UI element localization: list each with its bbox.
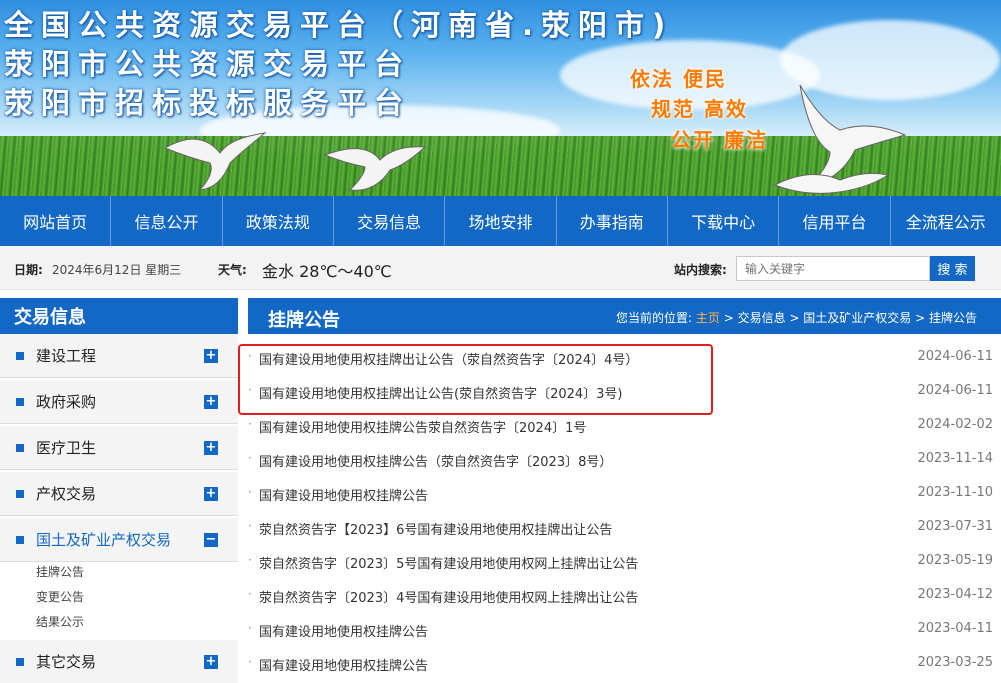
bullet-square-icon — [16, 443, 24, 452]
banner-title-2: 荥阳市公共资源交易平台 — [4, 47, 412, 81]
list-item-date: 2023-07-31 — [917, 519, 993, 534]
sidebar-item-procurement[interactable]: 政府采购 + — [0, 380, 238, 424]
expand-icon[interactable]: + — [204, 349, 218, 363]
bullet-dot-icon: · — [248, 519, 252, 533]
sidebar-item-label: 产权交易 — [36, 485, 97, 503]
list-item[interactable]: · 国有建设用地使用权挂牌公告（荥自然资告字〔2023〕8号） 2023-11-… — [248, 442, 1001, 476]
list-item-title[interactable]: 国有建设用地使用权挂牌公告（荥自然资告字〔2023〕8号） — [259, 451, 612, 470]
search-button[interactable]: 搜 索 — [930, 256, 975, 281]
main-nav: 网站首页 信息公开 政策法规 交易信息 场地安排 办事指南 下载中心 信用平台 … — [0, 196, 1001, 246]
sidebar-item-label: 建设工程 — [36, 347, 97, 365]
date-value: 2024年6月12日 星期三 — [52, 263, 182, 277]
list-item-date: 2023-03-25 — [917, 655, 993, 670]
banner-title-1: 全国公共资源交易平台（河南省.荥阳市) — [4, 8, 674, 42]
nav-item-guide[interactable]: 办事指南 — [557, 196, 668, 246]
list-item[interactable]: · 荥自然资告字〔2023〕4号国有建设用地使用权网上挂牌出让公告 2023-0… — [248, 578, 1001, 612]
main-header: 挂牌公告 您当前的位置: 主页 > 交易信息 > 国土及矿业产权交易 > 挂牌公… — [248, 298, 1001, 334]
bullet-square-icon — [16, 397, 24, 406]
search-label: 站内搜索: — [674, 263, 727, 277]
sidebar-item-land-mining[interactable]: 国土及矿业产权交易 − — [0, 518, 238, 562]
nav-item-download[interactable]: 下载中心 — [668, 196, 780, 246]
collapse-icon[interactable]: − — [204, 533, 218, 547]
date-label: 日期: — [14, 263, 43, 277]
bullet-dot-icon: · — [248, 417, 252, 431]
expand-icon[interactable]: + — [204, 655, 218, 669]
expand-icon[interactable]: + — [204, 441, 218, 455]
bullet-square-icon — [16, 535, 24, 544]
list-item-date: 2024-06-11 — [917, 349, 993, 364]
sidebar-subitem-result[interactable]: 结果公示 — [36, 613, 84, 630]
bullet-dot-icon: · — [248, 587, 252, 601]
list-item[interactable]: · 国有建设用地使用权挂牌公告 2023-11-10 — [248, 476, 1001, 510]
sidebar-subitem-change[interactable]: 变更公告 — [36, 588, 84, 605]
page-title: 挂牌公告 — [268, 310, 340, 331]
list-item[interactable]: · 国有建设用地使用权挂牌公告 2023-03-25 — [248, 646, 1001, 680]
nav-item-info-disclosure[interactable]: 信息公开 — [111, 196, 223, 246]
sidebar-item-label: 医疗卫生 — [36, 439, 97, 457]
nav-item-home[interactable]: 网站首页 — [0, 196, 112, 246]
crane-icon — [773, 172, 890, 194]
list-item-date: 2024-06-11 — [917, 383, 993, 398]
search-input[interactable] — [736, 256, 930, 281]
bullet-square-icon — [16, 657, 24, 666]
breadcrumb-home-link[interactable]: 主页 — [696, 311, 720, 325]
sidebar-title: 交易信息 — [0, 298, 238, 334]
banner-slogan-1: 依法 便民 — [630, 67, 727, 91]
sidebar-item-other[interactable]: 其它交易 + — [0, 640, 238, 683]
banner-title-3: 荥阳市招标投标服务平台 — [4, 86, 412, 120]
sidebar-item-label: 其它交易 — [36, 653, 97, 671]
nav-item-credit[interactable]: 信用平台 — [779, 196, 891, 246]
list-item-title[interactable]: 荥自然资告字〔2023〕5号国有建设用地使用权网上挂牌出让公告 — [259, 553, 638, 572]
list-item-title[interactable]: 国有建设用地使用权挂牌公告 — [259, 621, 428, 640]
list-item[interactable]: · 荥自然资告字〔2023〕5号国有建设用地使用权网上挂牌出让公告 2023-0… — [248, 544, 1001, 578]
header-banner: 全国公共资源交易平台（河南省.荥阳市) 荥阳市公共资源交易平台 荥阳市招标投标服… — [0, 0, 1001, 196]
breadcrumb: 您当前的位置: 主页 > 交易信息 > 国土及矿业产权交易 > 挂牌公告 — [616, 309, 977, 326]
breadcrumb-prefix: 您当前的位置: — [616, 311, 693, 325]
list-item-date: 2023-04-12 — [917, 587, 993, 602]
list-item-date: 2023-11-14 — [917, 451, 993, 466]
bullet-square-icon — [16, 351, 24, 360]
sidebar-item-label: 政府采购 — [36, 393, 97, 411]
nav-item-venue[interactable]: 场地安排 — [445, 196, 557, 246]
bullet-dot-icon: · — [248, 451, 252, 465]
list-item-title[interactable]: 荥自然资告字【2023】6号国有建设用地使用权挂牌出让公告 — [259, 519, 612, 538]
sidebar-item-label: 国土及矿业产权交易 — [36, 531, 172, 549]
nav-item-policy[interactable]: 政策法规 — [223, 196, 334, 246]
banner-slogan-2: 规范 高效 — [651, 97, 748, 121]
bullet-square-icon — [16, 489, 24, 498]
list-item-title[interactable]: 荥自然资告字〔2023〕4号国有建设用地使用权网上挂牌出让公告 — [259, 587, 638, 606]
bullet-dot-icon: · — [248, 485, 252, 499]
list-item-date: 2024-02-02 — [917, 417, 993, 432]
breadcrumb-path: > 交易信息 > 国土及矿业产权交易 > 挂牌公告 — [719, 311, 977, 325]
list-item-title[interactable]: 国有建设用地使用权挂牌公告荥自然资告字〔2024〕1号 — [259, 417, 586, 436]
sidebar-item-construction[interactable]: 建设工程 + — [0, 334, 238, 378]
list-item-date: 2023-05-19 — [917, 553, 993, 568]
list-item-title[interactable]: 国有建设用地使用权挂牌公告 — [259, 655, 428, 674]
crane-icon — [323, 146, 427, 191]
list-item[interactable]: · 荥自然资告字【2023】6号国有建设用地使用权挂牌出让公告 2023-07-… — [248, 510, 1001, 544]
list-item-date: 2023-04-11 — [917, 621, 993, 636]
nav-item-trade-info[interactable]: 交易信息 — [334, 196, 446, 246]
list-item[interactable]: · 国有建设用地使用权挂牌公告 2023-04-11 — [248, 612, 1001, 646]
expand-icon[interactable]: + — [204, 395, 218, 409]
sidebar-subitem-listing[interactable]: 挂牌公告 — [36, 563, 84, 580]
bullet-dot-icon: · — [248, 553, 252, 567]
bullet-dot-icon: · — [248, 621, 252, 635]
expand-icon[interactable]: + — [204, 487, 218, 501]
highlight-annotation-box — [238, 344, 713, 415]
crane-icon — [163, 132, 267, 191]
weather-label: 天气: — [218, 263, 247, 277]
sidebar-item-property[interactable]: 产权交易 + — [0, 472, 238, 516]
sidebar-item-medical[interactable]: 医疗卫生 + — [0, 426, 238, 470]
nav-item-process[interactable]: 全流程公示 — [891, 196, 1001, 246]
list-item-date: 2023-11-10 — [917, 485, 993, 500]
list-item-title[interactable]: 国有建设用地使用权挂牌公告 — [259, 485, 428, 504]
bullet-dot-icon: · — [248, 655, 252, 669]
weather-value: 金水 28℃～40℃ — [262, 262, 392, 281]
banner-slogan-3: 公开 廉洁 — [671, 128, 768, 152]
